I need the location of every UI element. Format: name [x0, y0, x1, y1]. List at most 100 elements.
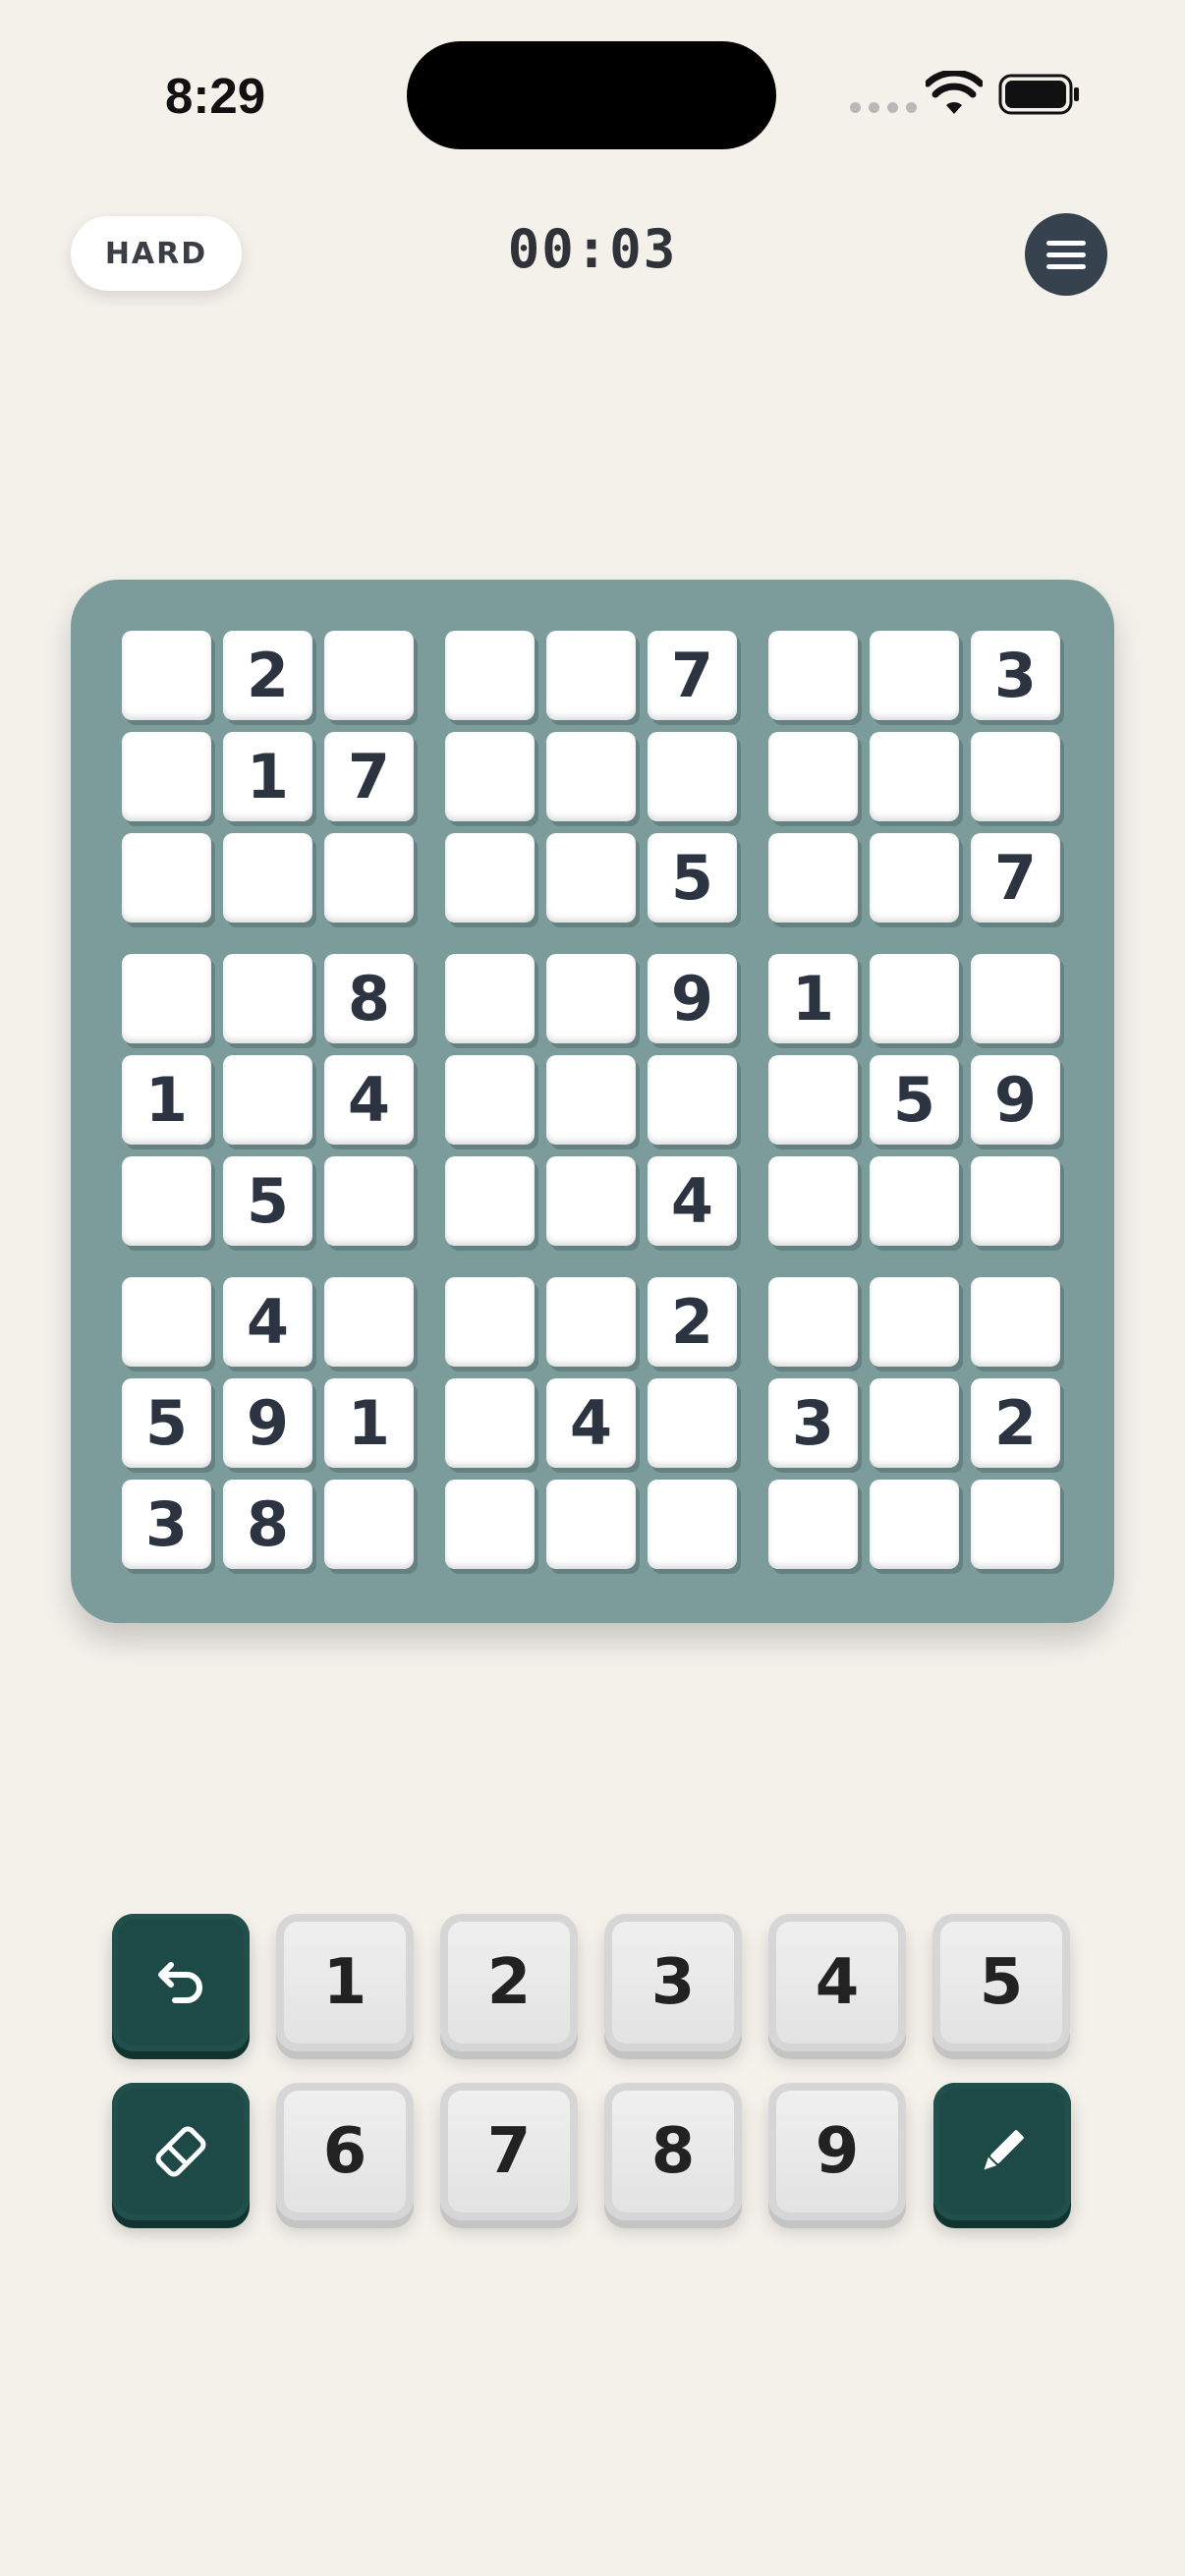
sudoku-board: 27317578911459544259143238 — [71, 580, 1114, 1623]
number-key[interactable]: 7 — [440, 2083, 578, 2220]
board-cell[interactable] — [324, 833, 414, 923]
board-cell[interactable] — [870, 1277, 959, 1367]
board-cell[interactable] — [122, 833, 211, 923]
board-cell[interactable]: 4 — [648, 1156, 737, 1246]
board-cell[interactable]: 1 — [223, 732, 312, 821]
board-cell[interactable] — [648, 1480, 737, 1569]
board-cell[interactable] — [870, 954, 959, 1043]
board-cell[interactable]: 1 — [768, 954, 858, 1043]
board-cell[interactable] — [648, 1055, 737, 1145]
menu-button[interactable] — [1025, 213, 1107, 296]
board-cell[interactable]: 9 — [648, 954, 737, 1043]
board-cell[interactable] — [122, 732, 211, 821]
board-cell[interactable] — [324, 1277, 414, 1367]
board-cell[interactable] — [768, 631, 858, 720]
board-cell[interactable] — [546, 631, 636, 720]
board-cell[interactable] — [445, 1055, 535, 1145]
board-cell[interactable]: 4 — [223, 1277, 312, 1367]
board-cell[interactable] — [445, 1480, 535, 1569]
difficulty-badge[interactable]: HARD — [71, 216, 242, 291]
number-key[interactable]: 9 — [768, 2083, 906, 2220]
notes-button[interactable] — [933, 2083, 1071, 2220]
board-cell[interactable] — [445, 954, 535, 1043]
board-cell[interactable] — [870, 1156, 959, 1246]
board-cell[interactable]: 1 — [122, 1055, 211, 1145]
board-cell[interactable] — [122, 631, 211, 720]
number-key[interactable]: 6 — [276, 2083, 414, 2220]
board-cell[interactable] — [445, 1277, 535, 1367]
board-cell[interactable] — [445, 1378, 535, 1468]
board-cell[interactable] — [445, 833, 535, 923]
board-cell[interactable] — [971, 1277, 1060, 1367]
number-key[interactable]: 8 — [604, 2083, 742, 2220]
board-cell[interactable]: 3 — [122, 1480, 211, 1569]
board-cell[interactable] — [546, 732, 636, 821]
number-key[interactable]: 1 — [276, 1914, 414, 2051]
number-key[interactable]: 5 — [932, 1914, 1070, 2051]
board-cell[interactable] — [445, 631, 535, 720]
board-cell[interactable]: 7 — [648, 631, 737, 720]
board-cell[interactable] — [648, 732, 737, 821]
board-cell[interactable]: 3 — [971, 631, 1060, 720]
board-cell[interactable] — [122, 954, 211, 1043]
board-cell[interactable] — [971, 1480, 1060, 1569]
board-cell[interactable] — [324, 1480, 414, 1569]
board-cell[interactable]: 5 — [122, 1378, 211, 1468]
eraser-icon — [155, 2126, 206, 2177]
board-cell[interactable] — [768, 1480, 858, 1569]
board-cell[interactable] — [223, 833, 312, 923]
undo-icon — [158, 1962, 202, 2003]
number-key[interactable]: 2 — [440, 1914, 578, 2051]
board-cell[interactable] — [870, 1378, 959, 1468]
board-cell[interactable]: 4 — [324, 1055, 414, 1145]
board-cell[interactable]: 2 — [648, 1277, 737, 1367]
board-cell[interactable]: 9 — [971, 1055, 1060, 1145]
cellular-signal-icon — [850, 102, 917, 113]
board-cell[interactable] — [870, 732, 959, 821]
board-cell[interactable]: 9 — [223, 1378, 312, 1468]
board-cell[interactable] — [971, 732, 1060, 821]
board-cell[interactable] — [768, 732, 858, 821]
board-cell[interactable] — [546, 833, 636, 923]
board-cell[interactable]: 5 — [870, 1055, 959, 1145]
board-cell[interactable] — [971, 1156, 1060, 1246]
board-cell[interactable] — [223, 1055, 312, 1145]
board-cell[interactable] — [546, 1480, 636, 1569]
board-cell[interactable] — [223, 954, 312, 1043]
board-cell[interactable] — [324, 1156, 414, 1246]
board-cell[interactable] — [648, 1378, 737, 1468]
board-cell[interactable]: 5 — [648, 833, 737, 923]
board-cell[interactable] — [445, 1156, 535, 1246]
undo-button[interactable] — [112, 1914, 250, 2051]
board-cell[interactable] — [324, 631, 414, 720]
board-cell[interactable]: 8 — [223, 1480, 312, 1569]
board-cell[interactable] — [768, 1156, 858, 1246]
board-cell[interactable]: 2 — [223, 631, 312, 720]
board-cell[interactable] — [870, 631, 959, 720]
board-cell[interactable] — [546, 954, 636, 1043]
board-cell[interactable] — [768, 1055, 858, 1145]
board-cell[interactable] — [768, 1277, 858, 1367]
board-cell[interactable]: 5 — [223, 1156, 312, 1246]
board-cell[interactable]: 4 — [546, 1378, 636, 1468]
board-cell[interactable] — [122, 1277, 211, 1367]
number-key[interactable]: 3 — [604, 1914, 742, 2051]
erase-button[interactable] — [112, 2083, 250, 2220]
board-cell[interactable]: 1 — [324, 1378, 414, 1468]
board-cell[interactable]: 7 — [971, 833, 1060, 923]
board-cell[interactable] — [546, 1156, 636, 1246]
board-cell[interactable]: 8 — [324, 954, 414, 1043]
board-cell[interactable] — [768, 833, 858, 923]
board-cell[interactable] — [546, 1055, 636, 1145]
dynamic-island — [407, 41, 776, 149]
board-cell[interactable]: 2 — [971, 1378, 1060, 1468]
number-key[interactable]: 4 — [768, 1914, 906, 2051]
board-cell[interactable] — [122, 1156, 211, 1246]
board-cell[interactable] — [971, 954, 1060, 1043]
board-cell[interactable] — [445, 732, 535, 821]
board-cell[interactable]: 3 — [768, 1378, 858, 1468]
board-cell[interactable] — [546, 1277, 636, 1367]
board-cell[interactable] — [870, 1480, 959, 1569]
board-cell[interactable] — [870, 833, 959, 923]
board-cell[interactable]: 7 — [324, 732, 414, 821]
